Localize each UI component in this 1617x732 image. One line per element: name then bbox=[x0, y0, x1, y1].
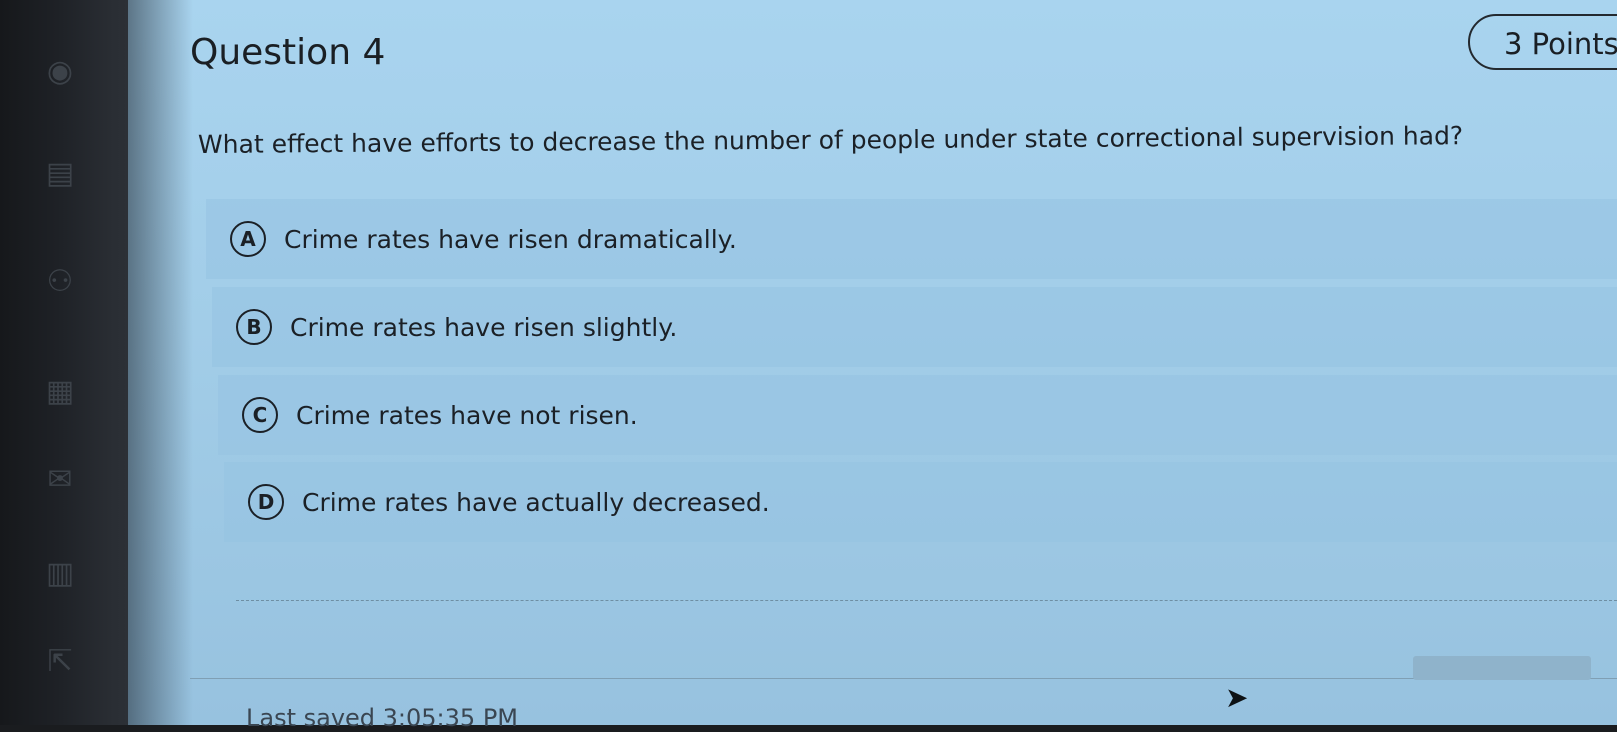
option-text-b: Crime rates have risen slightly. bbox=[290, 312, 678, 342]
answer-option-b[interactable]: B Crime rates have risen slightly. bbox=[212, 287, 1617, 367]
option-letter-d: D bbox=[248, 484, 284, 520]
option-text-a: Crime rates have risen dramatically. bbox=[284, 224, 737, 254]
option-text-c: Crime rates have not risen. bbox=[296, 400, 638, 430]
option-letter-c: C bbox=[242, 397, 278, 433]
export-icon[interactable]: ⇱ bbox=[38, 640, 82, 684]
points-badge: 3 Points bbox=[1468, 14, 1617, 70]
last-saved-status: Last saved 3:05:35 PM bbox=[246, 704, 518, 732]
submit-button[interactable] bbox=[1413, 656, 1591, 680]
people-icon[interactable]: ⚇ bbox=[38, 260, 82, 304]
option-letter-b: B bbox=[236, 309, 272, 345]
question-title: Question 4 bbox=[190, 32, 386, 73]
globe-icon[interactable]: ◉ bbox=[38, 50, 82, 94]
mouse-pointer-icon: ➤ bbox=[1225, 681, 1249, 714]
answer-option-c[interactable]: C Crime rates have not risen. bbox=[218, 375, 1617, 455]
calendar-icon[interactable]: ▦ bbox=[38, 370, 82, 414]
answer-option-d[interactable]: D Crime rates have actually decreased. bbox=[224, 462, 1617, 542]
option-letter-a: A bbox=[230, 221, 266, 257]
answer-option-a[interactable]: A Crime rates have risen dramatically. bbox=[206, 199, 1617, 279]
mail-icon[interactable]: ✉ bbox=[38, 458, 82, 502]
section-divider bbox=[236, 600, 1617, 601]
footer-divider bbox=[190, 678, 1617, 679]
book-icon[interactable]: ▤ bbox=[38, 152, 82, 196]
document-icon[interactable]: ▥ bbox=[38, 552, 82, 596]
option-text-d: Crime rates have actually decreased. bbox=[302, 487, 770, 517]
